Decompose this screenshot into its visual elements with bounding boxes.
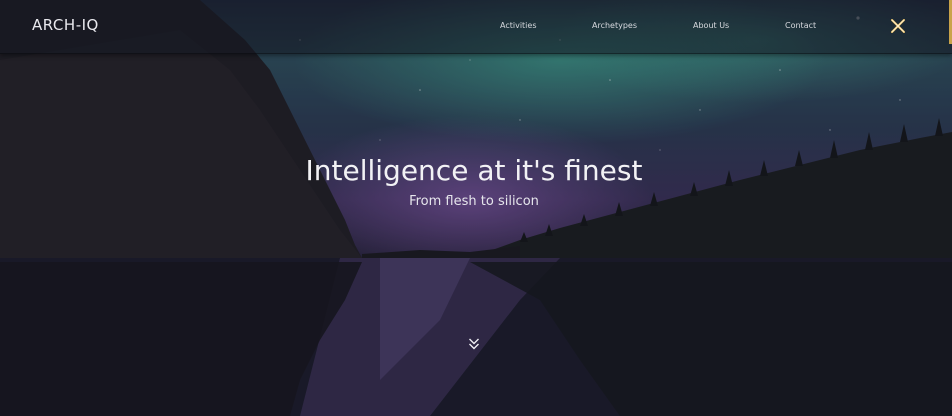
nav-link-archetypes[interactable]: Archetypes — [592, 21, 637, 30]
brand-logo[interactable]: ARCH-IQ — [32, 16, 99, 34]
nav-link-about-us[interactable]: About Us — [693, 21, 729, 30]
close-x-icon — [891, 19, 905, 33]
hero-section: ARCH-IQ Activities Archetypes About Us C… — [0, 0, 952, 416]
close-menu-button[interactable] — [889, 17, 907, 35]
scroll-down-button[interactable] — [468, 336, 480, 350]
nav-link-contact[interactable]: Contact — [785, 21, 816, 30]
hero-subtitle: From flesh to silicon — [409, 194, 539, 209]
hero-title: Intelligence at it's finest — [305, 154, 643, 187]
nav-link-activities[interactable]: Activities — [500, 21, 537, 30]
top-navbar: ARCH-IQ Activities Archetypes About Us C… — [0, 0, 952, 54]
double-chevron-down-icon — [469, 338, 479, 350]
